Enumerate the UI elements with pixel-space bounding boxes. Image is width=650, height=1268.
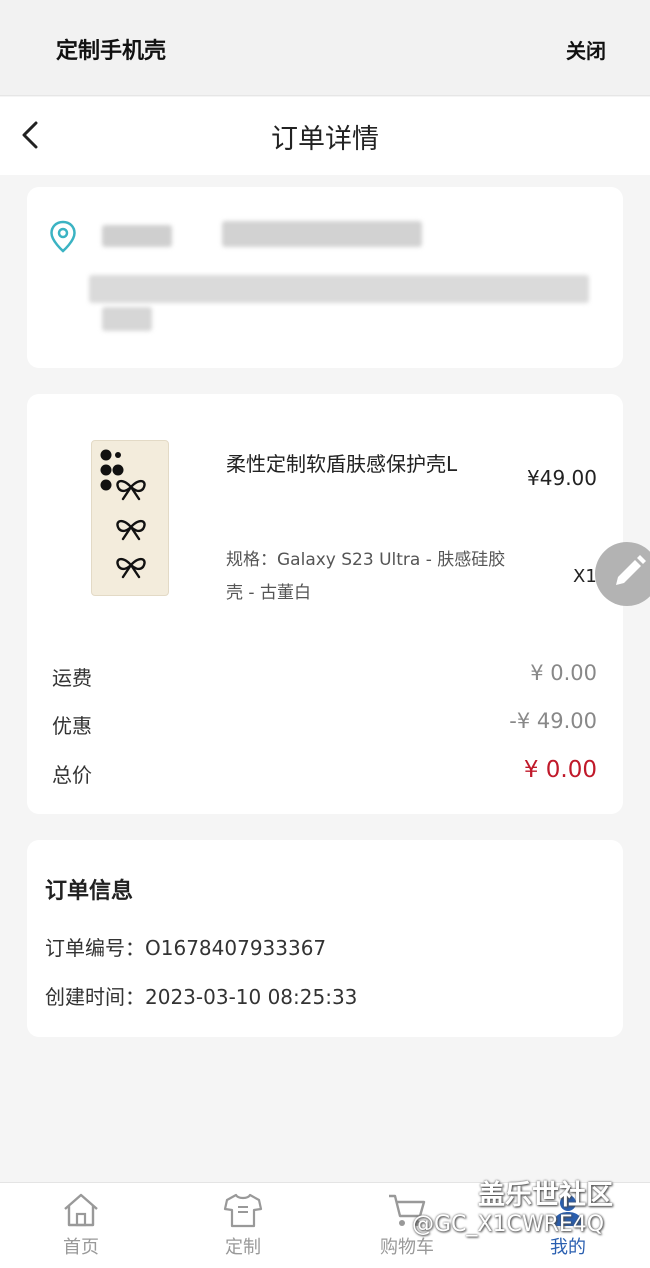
- address-card[interactable]: [27, 187, 623, 368]
- bow-phone-case-image: [100, 449, 146, 579]
- watermark-title: 盖乐世社区: [478, 1180, 613, 1211]
- edit-button[interactable]: [595, 542, 650, 606]
- tshirt-icon: [223, 1193, 263, 1228]
- miniapp-header: 定制手机壳 关闭: [0, 0, 650, 96]
- order-created-time: 创建时间：2023-03-10 08:25:33: [45, 985, 358, 1009]
- shipping-label: 运费: [52, 666, 92, 690]
- shipping-value: ¥ 0.00: [530, 661, 597, 685]
- order-number: 订单编号：O1678407933367: [45, 936, 327, 960]
- total-value: ¥ 0.00: [523, 757, 597, 783]
- tab-home-label: 首页: [63, 1237, 99, 1258]
- product-name: 柔性定制软盾肤感保护壳L: [226, 452, 458, 476]
- home-icon: [64, 1193, 98, 1227]
- discount-value: -¥ 49.00: [509, 709, 597, 733]
- tab-customize[interactable]: 定制: [193, 1191, 293, 1265]
- navigation-bar: 订单详情: [0, 97, 650, 175]
- miniapp-title: 定制手机壳: [56, 39, 167, 64]
- total-label: 总价: [52, 763, 92, 787]
- page-title: 订单详情: [271, 124, 379, 155]
- product-price: ¥49.00: [527, 466, 597, 490]
- product-quantity: X1: [573, 566, 597, 587]
- close-button[interactable]: 关闭: [566, 35, 606, 64]
- order-info-card: 订单信息 订单编号：O1678407933367 创建时间：2023-03-10…: [27, 840, 623, 1037]
- product-card: 柔性定制软盾肤感保护壳L ¥49.00 规格：Galaxy S23 Ultra …: [27, 394, 623, 814]
- discount-label: 优惠: [52, 714, 92, 738]
- tab-home[interactable]: 首页: [31, 1191, 131, 1265]
- product-thumbnail[interactable]: [91, 440, 169, 596]
- location-pin-icon: [50, 220, 76, 253]
- order-info-title: 订单信息: [45, 879, 134, 904]
- pencil-icon: [616, 555, 646, 585]
- tab-customize-label: 定制: [225, 1237, 261, 1258]
- product-spec: 规格：Galaxy S23 Ultra - 肤感硅胶壳 - 古董白: [226, 550, 506, 603]
- watermark-user: @GC_X1CWRE4Q: [412, 1212, 605, 1237]
